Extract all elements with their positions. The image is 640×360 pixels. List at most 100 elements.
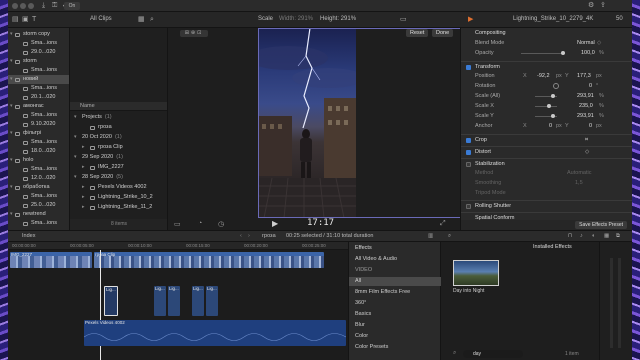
transform-checkbox[interactable] [466,64,471,70]
library-item[interactable]: ▾ новий [8,75,69,84]
position-x-value[interactable]: -92,2 [537,71,550,81]
connected-clip[interactable]: Lig... [104,286,118,316]
disclosure-triangle-icon[interactable]: ▾ [10,129,13,138]
adjust-icon[interactable]: ⚙ [588,2,594,10]
effects-category-item[interactable]: Basics [349,310,441,319]
connected-clip[interactable]: Lig... [206,286,218,316]
event-item[interactable]: 12.0...020 [8,174,69,183]
browser-group-row[interactable]: ▾ 20 Oct 2020 (1) [70,133,167,142]
event-item[interactable]: 20.1...020 [8,93,69,102]
disclosure-triangle-icon[interactable]: ▾ [10,57,13,66]
connected-clip[interactable]: Lig... [154,286,166,316]
disclosure-triangle-icon[interactable]: ▾ [74,153,77,162]
distort-checkbox[interactable] [466,149,471,155]
key-icon[interactable]: ⚿ [52,2,57,10]
view-options-icon[interactable]: ▭ [400,16,407,24]
library-item[interactable]: ▾ storm copy [8,30,69,39]
event-item[interactable]: Sma...ions [8,84,69,93]
library-item[interactable]: ▾ фільтрі [8,129,69,138]
timeline-index-button[interactable]: Index [22,233,35,239]
disclosure-triangle-icon[interactable]: ▸ [82,183,85,192]
event-item[interactable]: Sma...ions [8,165,69,174]
stabilization-checkbox[interactable] [466,161,471,167]
history-forward-icon[interactable]: › [248,233,250,239]
event-item[interactable]: 25.0...020 [8,201,69,210]
event-item[interactable]: 9.10.2020 [8,120,69,129]
timeline[interactable]: 00:00:00:00 00:00:05:00 00:00:10:00 00:00:1… [8,242,348,360]
compositing-section[interactable]: Compositing [461,28,632,38]
done-button[interactable]: Done [432,29,454,37]
disclosure-triangle-icon[interactable]: ▾ [10,156,13,165]
reset-button[interactable]: Reset [406,29,429,37]
scale-x-value[interactable]: 235,0 [579,101,593,111]
rotation-dial[interactable] [553,83,559,89]
rolling-shutter-section[interactable]: Rolling Shutter [461,200,632,210]
titles-icon[interactable]: T [32,16,36,24]
browser-clip-row[interactable]: гроза [70,123,167,132]
disclosure-triangle-icon[interactable]: ▾ [74,113,77,122]
scale-x-slider[interactable] [535,106,557,107]
browser-clip-row[interactable]: ▸ Lightning_Strike_11_2 [70,203,167,212]
primary-clip[interactable]: гроза Clip [94,252,324,268]
clip-filter-dropdown[interactable]: All Clips [90,16,112,22]
disclosure-triangle-icon[interactable]: ▾ [74,173,77,182]
snapping-icon[interactable]: ⊓ [568,233,572,239]
event-item[interactable]: Sma...ions [8,66,69,75]
disclosure-triangle-icon[interactable]: ▾ [10,102,13,111]
disclosure-triangle-icon[interactable]: ▾ [10,75,13,84]
crop-section[interactable]: Crop ⌗ [461,134,632,144]
browser-clip-row[interactable]: ▸ гроза Clip [70,143,167,152]
background-tasks-button[interactable]: On [64,2,80,10]
library-item[interactable]: ▾ storm [8,57,69,66]
anchor-x-value[interactable]: 0 [549,121,552,131]
effects-category-item[interactable]: 360° [349,299,441,308]
event-item[interactable]: Sma...ions [8,111,69,120]
rotation-value[interactable]: 0 [589,81,592,91]
event-item[interactable]: Sma...ions [8,192,69,201]
pexels-video-clip[interactable]: Pexels Videos 4002 [84,320,346,346]
connected-clip[interactable]: Lig... [168,286,180,316]
clip-appearance-icon[interactable]: ▦ [138,16,145,24]
smoothing-value[interactable]: 1,5 [575,178,583,188]
distort-section[interactable]: Distort ◇ [461,146,632,156]
library-item[interactable]: ▾ амонгас [8,102,69,111]
crop-checkbox[interactable] [466,137,471,143]
primary-clip[interactable]: IMG_2227 [10,252,92,268]
effects-category-item[interactable]: Color [349,332,441,341]
distort-tool-icon[interactable]: ◇ [585,147,589,157]
opacity-slider-knob[interactable] [561,51,565,55]
effects-category-item[interactable]: All [349,277,441,286]
timecode-display[interactable]: 17:17 [307,218,334,228]
disclosure-triangle-icon[interactable]: ▾ [10,30,13,39]
browser-group-row[interactable]: ▾ 29 Sep 2020 (1) [70,153,167,162]
disclosure-triangle-icon[interactable]: ▾ [10,210,13,219]
effects-search-input[interactable]: day [463,350,523,358]
audio-skimming-icon[interactable]: ♪ [580,233,583,239]
browser-group-row[interactable]: ▾ Projects (1) [70,113,167,122]
scale-y-value[interactable]: 293,91 [577,111,594,121]
effects-category-item[interactable]: Color Presets [349,343,441,352]
disclosure-triangle-icon[interactable]: ▸ [82,193,85,202]
disclosure-triangle-icon[interactable]: ▸ [82,143,85,152]
history-back-icon[interactable]: ‹ [240,233,242,239]
library-item[interactable]: ▾ holo [8,156,69,165]
scale-all-slider-knob[interactable] [551,94,555,98]
save-effects-preset-button[interactable]: Save Effects Preset [575,221,627,229]
download-icon[interactable]: ⤓ [42,2,45,10]
event-item[interactable]: Sma...ions [8,39,69,48]
browser-clip-row[interactable]: ▸ IMG_2227 [70,163,167,172]
libraries-icon[interactable]: ▤ [12,16,19,24]
video-inspector-icon[interactable]: ▶ [468,16,473,24]
event-item[interactable]: Sma...ions [8,138,69,147]
disclosure-triangle-icon[interactable]: ▸ [82,203,85,212]
transform-mode-icon[interactable]: ▭ [174,220,181,228]
timeline-ruler[interactable]: 00:00:00:00 00:00:05:00 00:00:10:00 00:00:1… [8,242,348,250]
effects-category-item[interactable]: All Video & Audio [349,255,441,264]
stabilization-section[interactable]: Stabilization [461,158,632,168]
solo-icon[interactable]: ◐ [592,233,595,239]
photos-icon[interactable]: ▣ [22,16,29,24]
browser-clip-row[interactable]: ▸ Lightning_Strike_10_2 [70,193,167,202]
browser-search-icon[interactable]: ⌕ [150,16,154,24]
zoom-window-button[interactable] [28,3,34,9]
effects-category-item[interactable]: Blur [349,321,441,330]
